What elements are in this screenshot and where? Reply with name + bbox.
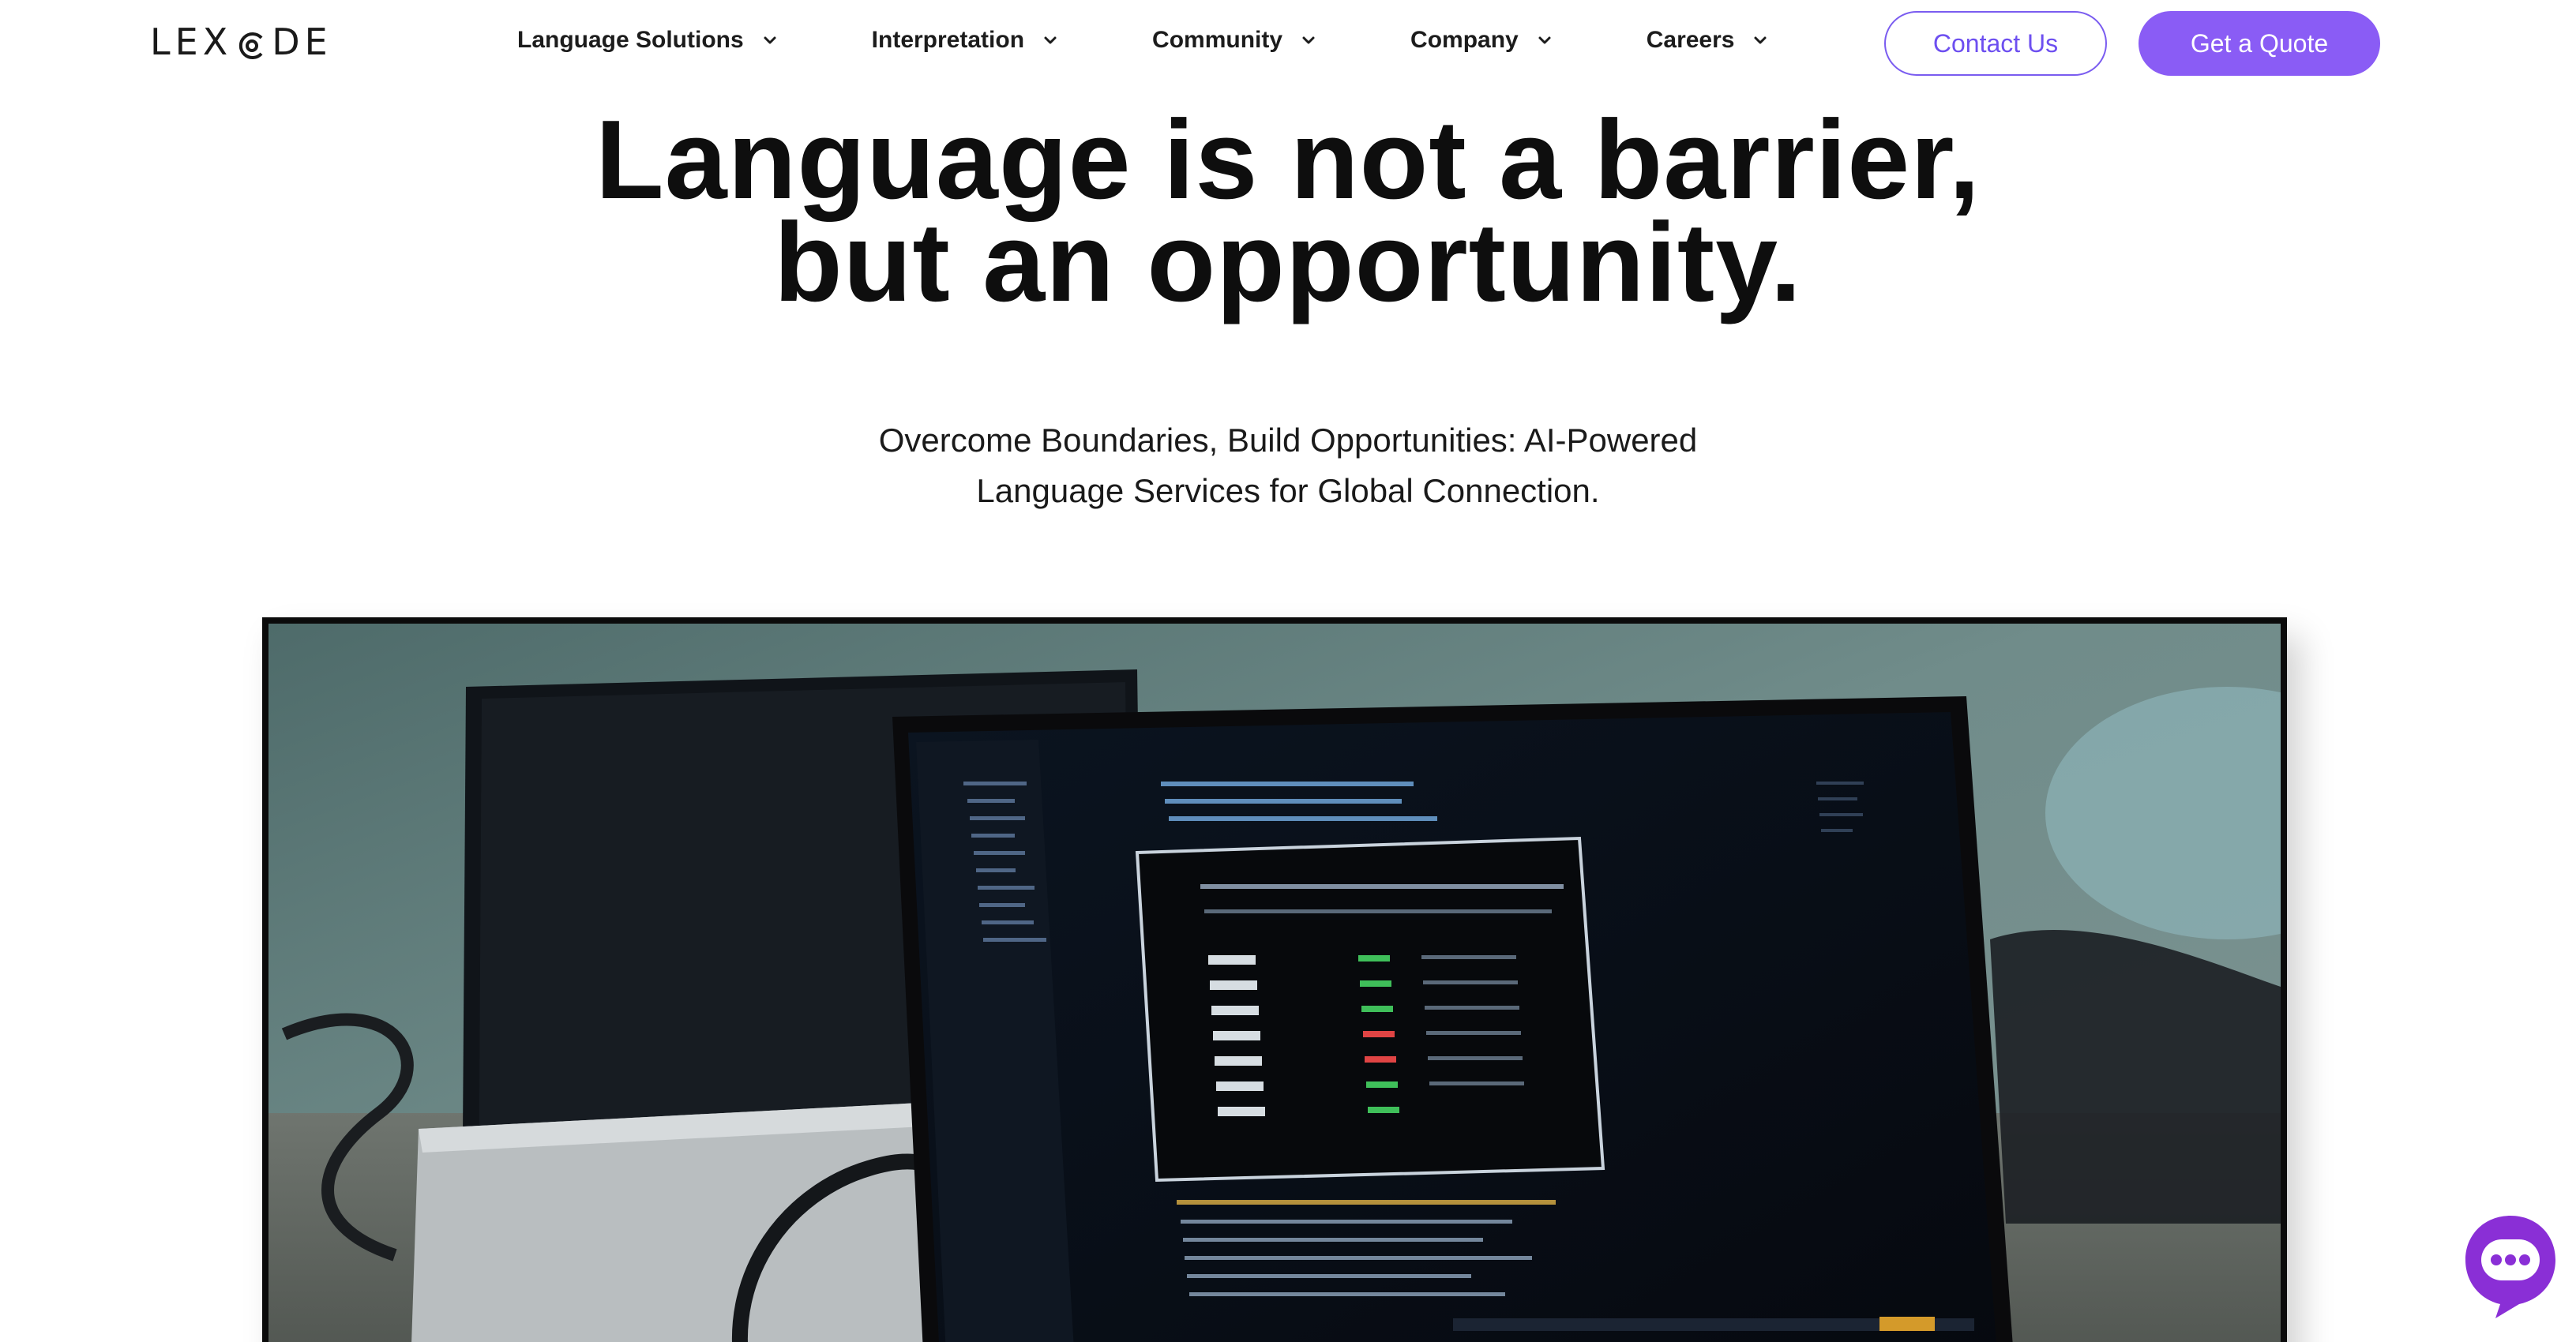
chevron-down-icon bbox=[764, 36, 776, 44]
nav-item-label: Careers bbox=[1646, 27, 1735, 53]
hero-title-line-1: Language is not a barrier, bbox=[595, 97, 1981, 223]
hero-subtitle-line-2: Language Services for Global Connection. bbox=[976, 472, 1600, 509]
hero-title-line-2: but an opportunity. bbox=[774, 200, 1802, 325]
chevron-down-icon bbox=[1044, 36, 1057, 44]
logo-text-left: LEX bbox=[150, 21, 233, 63]
logo-text-right: DE bbox=[272, 21, 332, 63]
contact-us-button[interactable]: Contact Us bbox=[1884, 11, 2107, 76]
get-a-quote-button[interactable]: Get a Quote bbox=[2139, 11, 2380, 76]
nav-item-label: Interpretation bbox=[871, 27, 1025, 53]
page: LEX DE Language Solutions Interpretation… bbox=[0, 0, 2576, 1342]
hero-subtitle-line-1: Overcome Boundaries, Build Opportunities… bbox=[878, 422, 1698, 459]
hero-subtitle: Overcome Boundaries, Build Opportunities… bbox=[0, 415, 2576, 516]
lexcode-logo-icon bbox=[237, 27, 267, 59]
chat-widget-button[interactable] bbox=[2462, 1213, 2559, 1321]
nav-item-label: Company bbox=[1410, 27, 1519, 53]
nav-item-label: Community bbox=[1152, 27, 1283, 53]
chevron-down-icon bbox=[1538, 36, 1551, 44]
hero-title: Language is not a barrier, but an opport… bbox=[0, 97, 2576, 325]
nav-item-careers[interactable]: Careers bbox=[1647, 27, 1770, 54]
top-navbar: LEX DE Language Solutions Interpretation… bbox=[0, 0, 2576, 87]
laptop-with-code-editor-video bbox=[268, 624, 2281, 1342]
nav-item-interpretation[interactable]: Interpretation bbox=[872, 27, 1059, 54]
nav-item-language-solutions[interactable]: Language Solutions bbox=[517, 27, 779, 54]
chat-bubble-icon bbox=[2465, 1216, 2555, 1318]
lexcode-logo[interactable]: LEX DE bbox=[150, 21, 332, 63]
chevron-down-icon bbox=[1302, 36, 1315, 44]
nav-item-company[interactable]: Company bbox=[1410, 27, 1553, 54]
nav-item-label: Language Solutions bbox=[517, 27, 744, 53]
hero-video[interactable] bbox=[262, 617, 2287, 1342]
nav-item-community[interactable]: Community bbox=[1152, 27, 1317, 54]
chevron-down-icon bbox=[1754, 36, 1767, 44]
main-nav-menu: Language Solutions Interpretation Commun… bbox=[517, 27, 1769, 54]
